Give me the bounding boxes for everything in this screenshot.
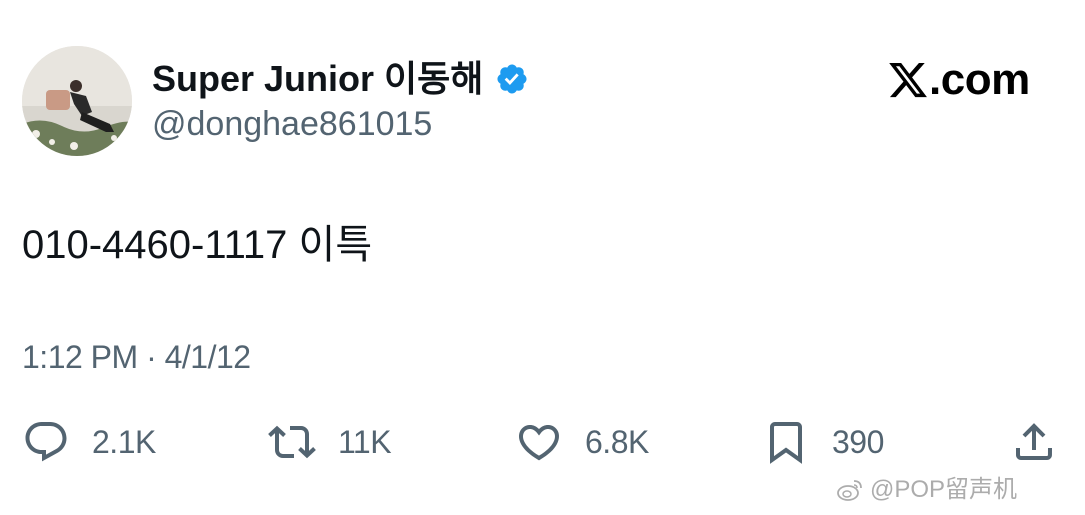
watermark: @POP留声机 <box>836 474 1017 506</box>
avatar[interactable] <box>22 46 132 156</box>
retweet-button[interactable]: 11K <box>268 414 392 470</box>
bookmark-count: 390 <box>832 424 884 460</box>
bookmark-icon <box>762 418 810 466</box>
tweet-actions: 2.1K 11K 6.8K 390 <box>0 414 1085 470</box>
weibo-icon <box>836 476 864 504</box>
user-handle[interactable]: @donghae861015 <box>152 104 432 144</box>
share-button[interactable] <box>1010 414 1058 470</box>
heart-icon <box>515 418 563 466</box>
tweet-text: 010-4460-1117 이특 <box>22 223 373 267</box>
brand-domain-text: .com <box>929 55 1030 104</box>
like-count: 6.8K <box>585 424 649 460</box>
verified-badge-icon <box>495 62 529 96</box>
display-name[interactable]: Super Junior 이동해 <box>152 58 529 100</box>
x-brand: .com <box>887 56 1030 104</box>
tweet-timestamp[interactable]: 1:12 PM · 4/1/12 <box>22 338 251 376</box>
reply-count: 2.1K <box>92 424 156 460</box>
retweet-count: 11K <box>338 424 392 460</box>
x-logo-icon <box>887 59 929 101</box>
avatar-image <box>22 46 132 156</box>
bookmark-button[interactable]: 390 <box>762 414 884 470</box>
display-name-text: Super Junior 이동해 <box>152 58 484 99</box>
watermark-text: @POP留声机 <box>870 476 1018 503</box>
reply-button[interactable]: 2.1K <box>22 414 156 470</box>
share-icon <box>1010 418 1058 466</box>
retweet-icon <box>268 418 316 466</box>
like-button[interactable]: 6.8K <box>515 414 649 470</box>
reply-icon <box>22 418 70 466</box>
